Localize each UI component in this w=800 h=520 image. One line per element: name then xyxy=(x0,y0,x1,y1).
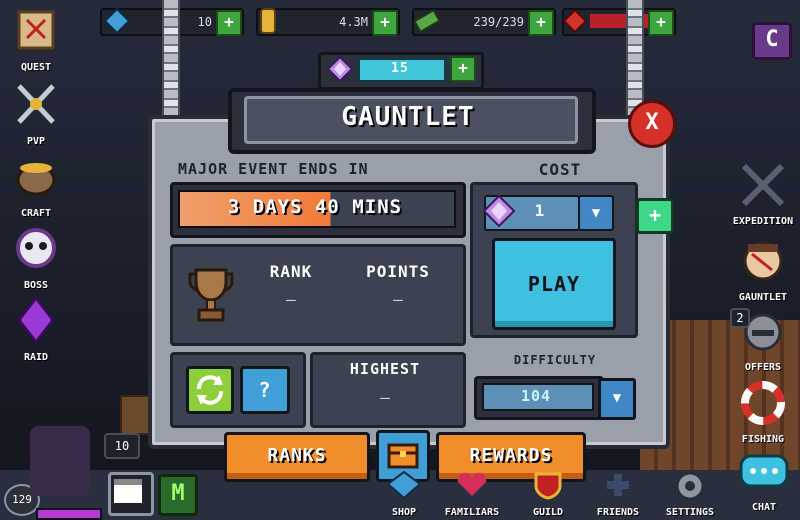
refresh-icon xyxy=(197,375,223,405)
points-label: POINTS xyxy=(366,262,430,281)
mode-button[interactable]: M xyxy=(158,474,198,516)
nav-label: FAMILIARS xyxy=(444,507,500,518)
video-button[interactable] xyxy=(108,472,154,516)
nav-friends[interactable]: FRIENDS xyxy=(586,470,650,520)
sidebar-item-label: BOSS xyxy=(23,280,49,291)
player-xp-bar xyxy=(36,508,102,520)
highest-value: – xyxy=(380,388,390,407)
trophy-icon xyxy=(188,268,234,322)
cost-plus-button[interactable]: + xyxy=(636,198,674,234)
familiars-heart-icon xyxy=(457,472,487,496)
energy-value: 239/239 xyxy=(473,15,524,29)
sidebar-item-gauntlet[interactable]: GAUNTLET xyxy=(728,236,798,306)
cauldron-icon xyxy=(16,163,56,196)
highest-label: HIGHEST xyxy=(349,360,421,378)
sidebar-item-offers[interactable]: 2 OFFERS xyxy=(728,306,798,376)
difficulty-label: DIFFICULTY xyxy=(513,353,597,367)
help-button[interactable]: ? xyxy=(240,366,290,414)
crossed-swords-icon xyxy=(17,84,55,124)
sidebar-item-label: EXPEDITION xyxy=(732,216,794,227)
energy-plus-button[interactable]: + xyxy=(528,10,554,36)
stack-count: 10 xyxy=(104,433,140,459)
nav-shop[interactable]: SHOP xyxy=(372,470,436,520)
shop-gem-icon xyxy=(386,470,422,500)
sidebar-item-boss[interactable]: BOSS xyxy=(2,224,70,294)
sidebar-item-craft[interactable]: CRAFT xyxy=(2,152,70,222)
nav-label: GUILD xyxy=(532,507,564,518)
difficulty-dropdown-button[interactable]: ▼ xyxy=(598,378,636,420)
gold-value: 4.3M xyxy=(339,15,368,29)
menu-c-button[interactable]: C xyxy=(752,22,792,60)
quest-scroll-icon xyxy=(17,10,55,50)
rank-value: – xyxy=(286,290,296,309)
nav-familiars[interactable]: FAMILIARS xyxy=(440,470,504,520)
sidebar-item-expedition[interactable]: EXPEDITION xyxy=(728,160,798,230)
nav-label: FRIENDS xyxy=(596,507,640,518)
gold-coin-icon xyxy=(260,8,276,34)
offers-badge: 2 xyxy=(730,308,750,328)
sidebar-item-label: PVP xyxy=(26,136,46,147)
tickets-plus-button[interactable]: + xyxy=(648,10,674,36)
ranks-button[interactable]: RANKS xyxy=(224,432,370,482)
sidebar-item-label: QUEST xyxy=(20,62,52,73)
purple-gem-icon xyxy=(326,56,354,82)
nav-label: SHOP xyxy=(391,507,417,518)
gem-counter-plus-button[interactable]: + xyxy=(450,56,476,82)
sidebar-item-label: CRAFT xyxy=(20,208,52,219)
event-timer: 3 DAYS 40 MINS xyxy=(227,196,403,218)
cost-dropdown-button[interactable]: ▼ xyxy=(578,195,614,231)
cost-label: COST xyxy=(538,160,582,179)
nav-guild[interactable]: GUILD xyxy=(516,470,580,520)
refresh-button[interactable] xyxy=(186,366,234,414)
gem-counter-value: 15 xyxy=(391,61,409,76)
red-ticket-icon xyxy=(562,8,588,34)
fishing-lifebuoy-icon xyxy=(741,381,785,425)
boss-skull-icon xyxy=(16,228,56,268)
sidebar-item-pvp[interactable]: PVP xyxy=(2,80,70,150)
player-avatar[interactable] xyxy=(30,426,90,496)
sidebar-item-quest[interactable]: QUEST xyxy=(2,6,70,76)
gems-plus-button[interactable]: + xyxy=(216,10,242,36)
nav-label: SETTINGS xyxy=(665,507,715,518)
friends-add-icon xyxy=(607,474,629,496)
ticket-icon xyxy=(414,8,440,34)
left-chain xyxy=(162,0,180,120)
gauntlet-face-icon xyxy=(743,241,783,281)
expedition-swords-icon xyxy=(741,163,785,207)
sidebar-item-label: OFFERS xyxy=(744,362,782,373)
event-ends-label: MAJOR EVENT ENDS IN xyxy=(178,160,369,178)
settings-gear-icon xyxy=(675,471,705,501)
points-value: – xyxy=(393,290,403,309)
close-button[interactable]: X xyxy=(628,100,676,148)
guild-shield-icon xyxy=(534,472,562,500)
raid-crystal-icon xyxy=(17,295,55,345)
chat-button[interactable]: CHAT xyxy=(734,452,794,518)
play-button[interactable]: PLAY xyxy=(492,238,616,330)
chat-bubble-icon xyxy=(739,454,789,488)
gold-plus-button[interactable]: + xyxy=(372,10,398,36)
chat-label: CHAT xyxy=(751,502,777,513)
nav-settings[interactable]: SETTINGS xyxy=(658,470,722,520)
gem-icon xyxy=(104,8,130,34)
modal-title: GAUNTLET xyxy=(341,102,475,132)
sidebar-item-label: GAUNTLET xyxy=(738,292,788,303)
sidebar-item-fishing[interactable]: FISHING xyxy=(728,378,798,448)
rank-label: RANK xyxy=(269,262,313,281)
sidebar-item-label: FISHING xyxy=(741,434,785,445)
sidebar-item-label: RAID xyxy=(23,352,49,363)
difficulty-value: 104 xyxy=(520,387,552,405)
cost-value: 1 xyxy=(534,201,546,220)
sidebar-item-raid[interactable]: RAID xyxy=(2,295,70,366)
clapperboard-icon xyxy=(114,479,142,503)
